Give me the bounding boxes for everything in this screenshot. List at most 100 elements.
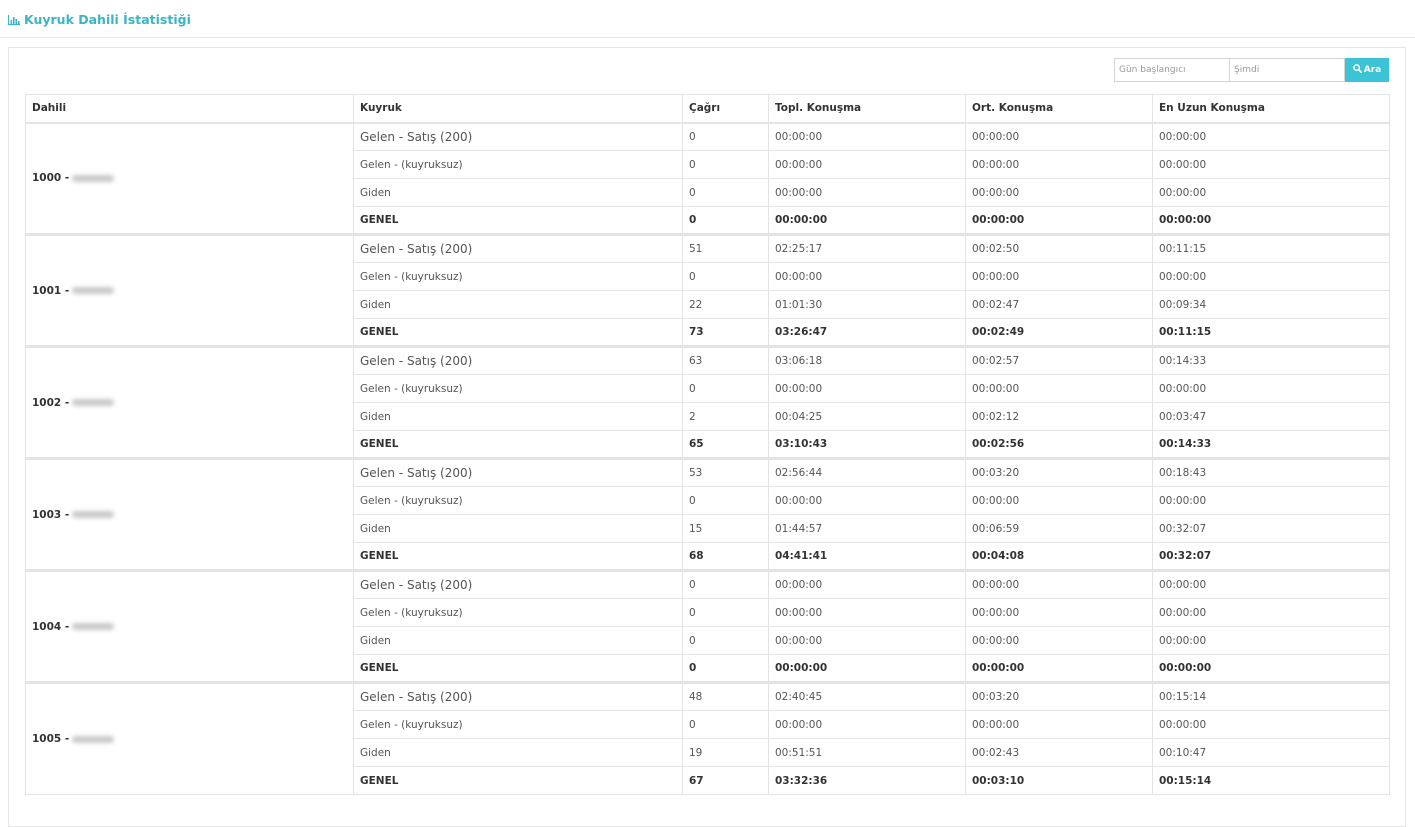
total-talk-cell: 00:00:00 — [768, 374, 966, 403]
avg-talk-cell: 00:00:00 — [965, 262, 1153, 291]
longest-talk-cell: 00:00:00 — [1152, 598, 1390, 627]
calls-cell: 0 — [682, 150, 769, 179]
longest-talk-cell: 00:00:00 — [1152, 710, 1390, 739]
queue-cell: Gelen - (kuyruksuz) — [353, 486, 683, 515]
calls-cell: 15 — [682, 514, 769, 543]
calls-cell: 53 — [682, 457, 769, 487]
avg-talk-cell: 00:00:00 — [965, 654, 1153, 683]
longest-talk-cell: 00:10:47 — [1152, 738, 1390, 767]
queue-cell: Gelen - Satış (200) — [353, 233, 683, 263]
column-header-avg-talk[interactable]: Ort. Konuşma — [965, 94, 1153, 124]
queue-cell: Giden — [353, 290, 683, 319]
total-talk-cell: 00:00:00 — [768, 122, 966, 151]
total-talk-cell: 03:06:18 — [768, 345, 966, 375]
queue-cell: Giden — [353, 402, 683, 431]
avg-talk-cell: 00:00:00 — [965, 626, 1153, 655]
queue-cell: Giden — [353, 514, 683, 543]
calls-cell: 0 — [682, 710, 769, 739]
queue-cell: GENEL — [353, 318, 683, 347]
longest-talk-cell: 00:00:00 — [1152, 486, 1390, 515]
calls-cell: 48 — [682, 681, 769, 711]
queue-cell: GENEL — [353, 654, 683, 683]
queue-cell: Gelen - (kuyruksuz) — [353, 374, 683, 403]
queue-cell: Gelen - (kuyruksuz) — [353, 150, 683, 179]
total-talk-cell: 00:51:51 — [768, 738, 966, 767]
column-header-total-talk[interactable]: Topl. Konuşma — [768, 94, 966, 124]
calls-cell: 0 — [682, 569, 769, 599]
avg-talk-cell: 00:02:57 — [965, 345, 1153, 375]
avg-talk-cell: 00:00:00 — [965, 710, 1153, 739]
longest-talk-cell: 00:03:47 — [1152, 402, 1390, 431]
dahili-cell: 1000 - — [25, 122, 354, 235]
search-button[interactable]: Ara — [1345, 58, 1389, 82]
column-header-dahili[interactable]: Dahili — [25, 94, 354, 124]
calls-cell: 0 — [682, 626, 769, 655]
avg-talk-cell: 00:02:43 — [965, 738, 1153, 767]
total-talk-cell: 04:41:41 — [768, 542, 966, 571]
calls-cell: 68 — [682, 542, 769, 571]
calls-cell: 0 — [682, 206, 769, 235]
avg-talk-cell: 00:00:00 — [965, 150, 1153, 179]
avg-talk-cell: 00:02:12 — [965, 402, 1153, 431]
calls-cell: 0 — [682, 374, 769, 403]
column-header-longest-talk[interactable]: En Uzun Konuşma — [1152, 94, 1390, 124]
statistics-panel: Ara Dahili Kuyruk Çağrı Topl. Konuşma Or… — [8, 47, 1406, 827]
dahili-cell: 1002 - — [25, 345, 354, 459]
longest-talk-cell: 00:15:14 — [1152, 766, 1390, 795]
queue-cell: GENEL — [353, 206, 683, 235]
total-talk-cell: 01:01:30 — [768, 290, 966, 319]
avg-talk-cell: 00:00:00 — [965, 486, 1153, 515]
calls-cell: 63 — [682, 345, 769, 375]
end-date-input[interactable] — [1229, 58, 1345, 82]
avg-talk-cell: 00:03:20 — [965, 681, 1153, 711]
total-talk-cell: 01:44:57 — [768, 514, 966, 543]
longest-talk-cell: 00:00:00 — [1152, 206, 1390, 235]
longest-talk-cell: 00:00:00 — [1152, 654, 1390, 683]
queue-cell: Gelen - (kuyruksuz) — [353, 598, 683, 627]
queue-cell: Giden — [353, 178, 683, 207]
longest-talk-cell: 00:14:33 — [1152, 345, 1390, 375]
avg-talk-cell: 00:00:00 — [965, 122, 1153, 151]
stats-table: Dahili Kuyruk Çağrı Topl. Konuşma Ort. K… — [25, 94, 1390, 795]
calls-cell: 73 — [682, 318, 769, 347]
avg-talk-cell: 00:06:59 — [965, 514, 1153, 543]
longest-talk-cell: 00:00:00 — [1152, 569, 1390, 599]
calls-cell: 0 — [682, 654, 769, 683]
total-talk-cell: 00:00:00 — [768, 626, 966, 655]
longest-talk-cell: 00:00:00 — [1152, 150, 1390, 179]
longest-talk-cell: 00:32:07 — [1152, 542, 1390, 571]
dahili-label: 1001 - — [32, 284, 70, 297]
longest-talk-cell: 00:14:33 — [1152, 430, 1390, 459]
dahili-cell: 1004 - — [25, 569, 354, 683]
dahili-label: 1003 - — [32, 508, 70, 521]
total-talk-cell: 00:00:00 — [768, 710, 966, 739]
queue-cell: Gelen - Satış (200) — [353, 457, 683, 487]
dahili-label: 1002 - — [32, 396, 70, 409]
queue-cell: Gelen - Satış (200) — [353, 569, 683, 599]
total-talk-cell: 00:00:00 — [768, 486, 966, 515]
avg-talk-cell: 00:00:00 — [965, 569, 1153, 599]
avg-talk-cell: 00:02:47 — [965, 290, 1153, 319]
calls-cell: 67 — [682, 766, 769, 795]
page-header: Kuyruk Dahili İstatistiği — [0, 0, 1415, 38]
total-talk-cell: 02:56:44 — [768, 457, 966, 487]
longest-talk-cell: 00:00:00 — [1152, 626, 1390, 655]
start-date-input[interactable] — [1114, 58, 1230, 82]
search-icon — [1352, 64, 1362, 76]
table-header-row: Dahili Kuyruk Çağrı Topl. Konuşma Ort. K… — [25, 94, 1390, 124]
total-talk-cell: 03:26:47 — [768, 318, 966, 347]
redacted-agent-name — [72, 735, 115, 743]
calls-cell: 0 — [682, 262, 769, 291]
column-header-kuyruk[interactable]: Kuyruk — [353, 94, 683, 124]
longest-talk-cell: 00:32:07 — [1152, 514, 1390, 543]
avg-talk-cell: 00:03:20 — [965, 457, 1153, 487]
queue-cell: Gelen - Satış (200) — [353, 681, 683, 711]
longest-talk-cell: 00:09:34 — [1152, 290, 1390, 319]
queue-cell: GENEL — [353, 542, 683, 571]
redacted-agent-name — [72, 623, 115, 630]
page-title-text: Kuyruk Dahili İstatistiği — [24, 12, 191, 27]
calls-cell: 0 — [682, 598, 769, 627]
total-talk-cell: 03:32:36 — [768, 766, 966, 795]
column-header-cagri[interactable]: Çağrı — [682, 94, 769, 124]
queue-cell: Gelen - Satış (200) — [353, 345, 683, 375]
